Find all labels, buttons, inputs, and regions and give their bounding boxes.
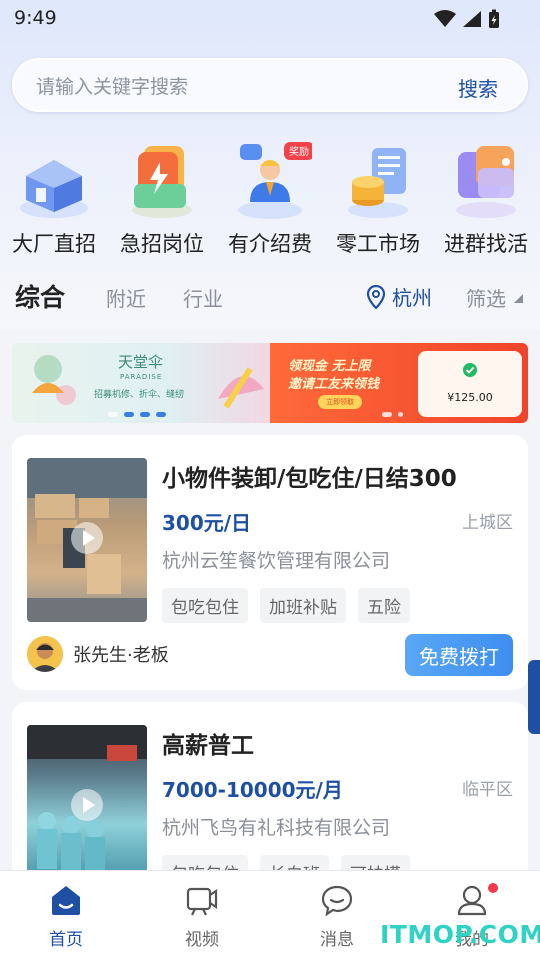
category-gig-market[interactable]: 零工市场 [324,138,432,258]
search-bar: 搜索 [12,58,528,112]
profile-icon [455,883,489,917]
status-bar: 9:49 [0,0,540,38]
job-tag: 加班补贴 [260,588,346,623]
banner-headline-1: 领现金 无上限 [288,359,371,374]
message-icon [320,883,354,917]
banner-dots [382,412,403,417]
urgent-lightning-icon [120,138,204,222]
tab-nearby[interactable]: 附近 [106,283,146,312]
location-pin-icon [366,284,386,309]
banner-dot [108,412,118,417]
coins-document-icon [336,138,420,222]
banner-dot [398,412,403,417]
site-watermark: ITMOP.COM [380,920,540,949]
banner-dot [382,412,392,417]
filter-bar: 综合 附近 行业 杭州 筛选 [0,270,540,322]
nav-video[interactable]: 视频 [162,883,242,950]
referral-reward-icon: 奖励 [228,138,314,222]
filter-label: 筛选 [466,287,506,311]
banner-dot [140,412,150,417]
nav-label: 消息 [320,930,354,950]
job-card[interactable]: 小物件装卸/包吃住/日结300 300元/日 上城区 杭州云笙餐饮管理有限公司 … [12,435,528,690]
banner-brand: 天堂伞 [118,353,164,371]
job-title: 小物件装卸/包吃住/日结300 [162,466,457,492]
umbrella-illustration [32,355,76,405]
banner-umbrella[interactable]: 天堂伞 PARADISE 招募机修、折伞、缝纫 [12,343,270,423]
triangle-down-icon [514,293,523,303]
banner-dot [156,412,166,417]
banner-dots [108,412,166,417]
banner-cash-invite[interactable]: 领现金 无上限 邀请工友来领钱 立即领取 ¥125.00 [270,343,528,423]
location-selector[interactable]: 杭州 [366,282,432,311]
side-float-handle[interactable] [528,660,540,734]
free-call-button[interactable]: 免费拨打 [405,634,513,676]
job-district: 临平区 [462,780,513,800]
job-tag: 包吃包住 [162,588,248,623]
wifi-icon [434,10,456,27]
home-icon [49,883,83,917]
job-video-thumbnail[interactable] [27,458,147,622]
category-label: 零工市场 [336,232,420,256]
banner-brand-en: PARADISE [120,373,163,381]
group-chat-icon [444,138,528,222]
status-time: 9:49 [14,7,57,29]
job-company: 杭州云笙餐饮管理有限公司 [162,550,391,572]
category-label: 急招岗位 [120,232,204,256]
reward-badge-text: 奖励 [289,145,309,158]
battery-icon [489,9,499,28]
notification-dot [488,883,498,893]
category-label: 进群找活 [444,232,528,256]
poster-name: 张先生·老板 [73,645,169,666]
banner-dot [124,412,134,417]
pink-umbrella-illustration [218,367,264,409]
job-title: 高薪普工 [162,733,254,759]
job-poster[interactable]: 张先生·老板 [27,636,169,672]
avatar [27,636,63,672]
category-urgent-jobs[interactable]: 急招岗位 [108,138,216,258]
video-icon [185,883,219,917]
job-district: 上城区 [462,513,513,533]
category-big-factory[interactable]: 大厂直招 [0,138,108,258]
tab-comprehensive[interactable]: 综合 [15,278,65,314]
nav-home[interactable]: 首页 [26,883,106,950]
category-label: 有介绍费 [228,232,312,256]
banner-cta[interactable]: 立即领取 [318,395,362,409]
play-icon[interactable] [71,789,103,821]
nav-label: 首页 [49,930,83,950]
job-tag: 五险 [358,588,410,623]
tab-industry[interactable]: 行业 [183,283,223,312]
nav-label: 视频 [185,930,219,950]
category-grid: 大厂直招 急招岗位 奖励 有介绍费 零工市场 进群找活 [0,138,540,258]
status-icons [434,9,500,29]
category-join-group[interactable]: 进群找活 [432,138,540,258]
signal-icon [463,11,481,27]
job-video-thumbnail[interactable] [27,725,147,889]
banner-headline-2: 邀请工友来领钱 [288,377,380,392]
job-salary: 7000-10000元/月 [162,778,343,802]
nav-messages[interactable]: 消息 [297,883,377,950]
category-label: 大厂直招 [12,232,96,256]
factory-building-icon [12,138,96,222]
banner-card: ¥125.00 [418,351,522,417]
job-tags: 包吃包住 加班补贴 五险 [162,588,410,623]
location-label: 杭州 [392,286,432,310]
job-company: 杭州飞鸟有礼科技有限公司 [162,817,391,839]
promo-banner[interactable]: 天堂伞 PARADISE 招募机修、折伞、缝纫 领现金 无上限 邀请工友来领钱 … [12,343,528,423]
job-salary: 300元/日 [162,511,252,535]
banner-amount: ¥125.00 [447,391,493,404]
search-button[interactable]: 搜索 [458,73,498,102]
banner-subtitle: 招募机修、折伞、缝纫 [94,390,185,400]
play-icon[interactable] [71,522,103,554]
check-circle-icon [463,363,477,377]
search-input[interactable] [36,73,416,101]
category-referral-fee[interactable]: 奖励 有介绍费 [216,138,324,258]
filter-button[interactable]: 筛选 [466,283,524,312]
